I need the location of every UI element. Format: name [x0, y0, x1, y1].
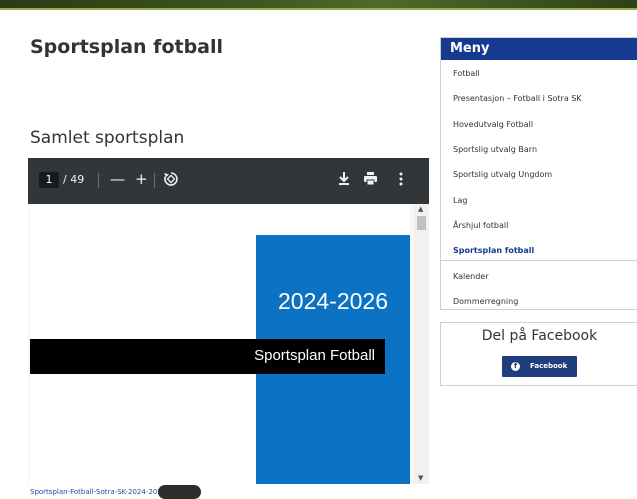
zoom-in-button[interactable]: +: [135, 170, 148, 188]
zoom-out-button[interactable]: —: [110, 170, 125, 188]
pdf-file-link[interactable]: Sportsplan-Fotball-Sotra-SK-2024-2026: [30, 488, 166, 496]
rotate-icon[interactable]: [163, 171, 179, 191]
menu-item-lag[interactable]: Lag: [453, 196, 467, 205]
share-title: Del på Facebook: [481, 328, 598, 344]
page-total-label: / 49: [63, 173, 85, 186]
menu-item-sportsplan[interactable]: Sportsplan fotball: [453, 246, 534, 255]
menu-item-fotball[interactable]: Fotball: [453, 69, 480, 78]
download-icon[interactable]: [337, 171, 351, 190]
pdf-scrollbar[interactable]: ▲ ▼: [414, 204, 429, 484]
menu-item-kalender[interactable]: Kalender: [453, 272, 489, 281]
toolbar-divider: [154, 173, 155, 188]
menu-header: Meny: [441, 38, 637, 60]
page-title: Sportsplan fotball: [30, 36, 224, 58]
menu-divider: [441, 260, 637, 261]
pdf-page: 2024-2026 Sportsplan Fotball: [30, 204, 410, 484]
menu-item-presentasjon[interactable]: Presentasjon – Fotball i Sotra SK: [453, 94, 582, 103]
sidebar-menu: Meny Fotball Presentasjon – Fotball i So…: [440, 37, 637, 310]
print-icon[interactable]: [363, 171, 378, 190]
pdf-viewer: 1 / 49 — + 2024-2026 Sportsplan Fotball …: [28, 158, 429, 484]
page-number-input[interactable]: 1: [39, 172, 59, 188]
menu-item-sportslig-ungdom[interactable]: Sportslig utvalg Ungdom: [453, 170, 552, 179]
scroll-up-icon[interactable]: ▲: [418, 205, 423, 213]
cover-title: Sportsplan Fotball: [254, 347, 375, 364]
download-button[interactable]: [158, 485, 201, 499]
toolbar-divider: [98, 173, 99, 188]
cover-year: 2024-2026: [278, 288, 388, 314]
pdf-canvas: 2024-2026 Sportsplan Fotball: [28, 204, 414, 484]
menu-item-dommerregning[interactable]: Dommerregning: [453, 297, 518, 306]
pdf-toolbar: 1 / 49 — +: [28, 158, 429, 204]
section-title: Samlet sportsplan: [30, 128, 185, 148]
more-vert-icon[interactable]: [399, 171, 403, 190]
menu-item-hovedutvalg[interactable]: Hovedutvalg Fotball: [453, 120, 533, 129]
menu-item-arshjul[interactable]: Årshjul fotball: [453, 221, 508, 230]
menu-item-sportslig-barn[interactable]: Sportslig utvalg Barn: [453, 145, 537, 154]
share-box: Del på Facebook f Facebook: [440, 322, 637, 386]
header-banner-stripe: [0, 0, 637, 10]
facebook-share-button[interactable]: f Facebook: [502, 356, 577, 377]
facebook-button-label: Facebook: [530, 362, 568, 370]
facebook-icon: f: [511, 362, 520, 371]
scroll-down-icon[interactable]: ▼: [418, 474, 423, 482]
scroll-thumb[interactable]: [417, 216, 426, 230]
cover-title-band: Sportsplan Fotball: [30, 339, 385, 374]
